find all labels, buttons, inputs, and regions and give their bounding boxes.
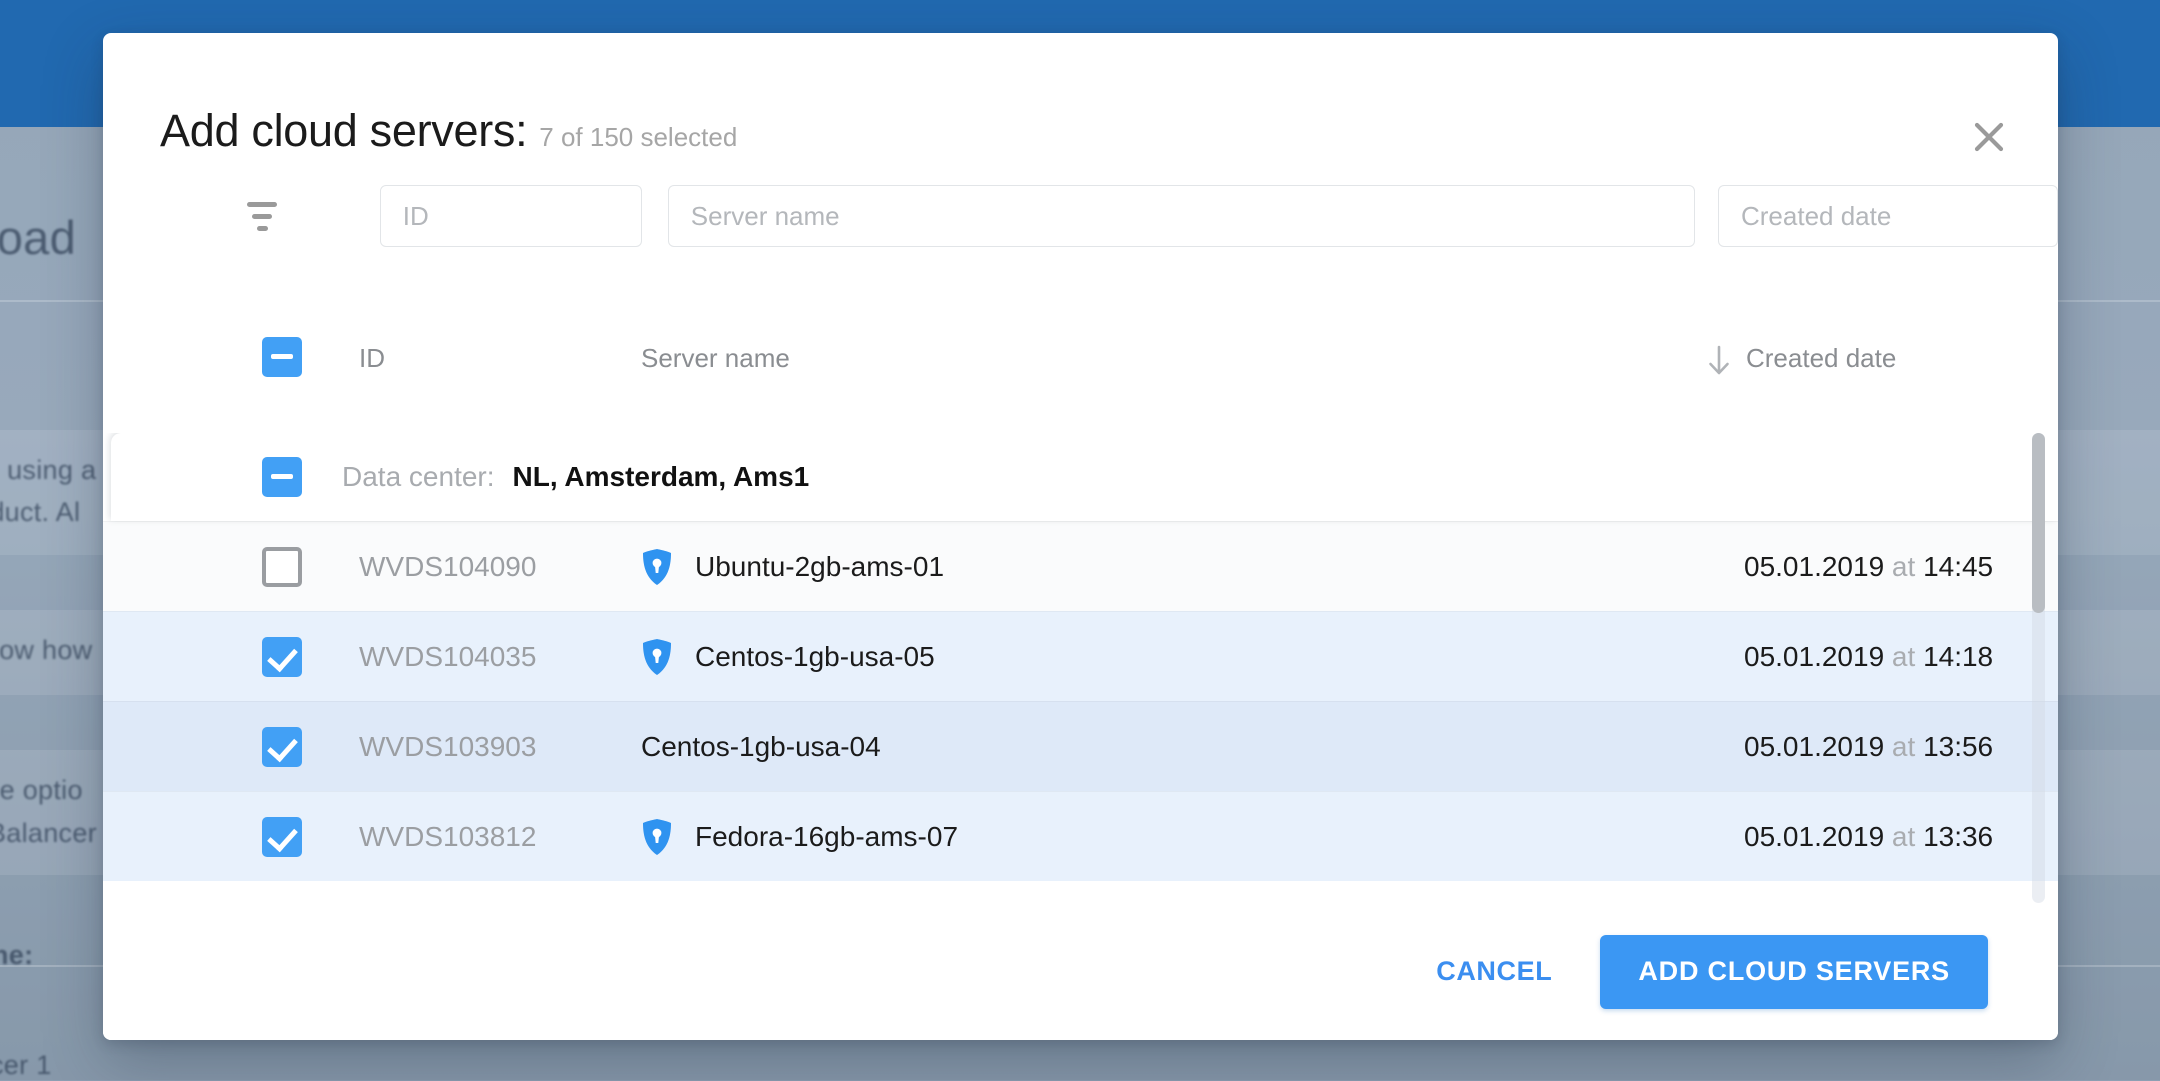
row-server-name: Ubuntu-2gb-ams-01 <box>695 551 944 583</box>
checkbox-box <box>262 547 302 587</box>
row-time-value: 13:36 <box>1923 821 1993 852</box>
table-rows: WVDS104090 Ubuntu-2gb-ams-01 05.01.2019 at… <box>103 521 2058 881</box>
close-icon[interactable] <box>1960 108 2018 166</box>
row-created-date: 05.01.2019 at 14:18 <box>1744 641 1993 673</box>
dialog-footer: CANCEL ADD CLOUD SERVERS <box>103 903 2058 1040</box>
checkbox-box <box>262 457 302 497</box>
row-date-at: at <box>1892 821 1915 852</box>
cancel-button[interactable]: CANCEL <box>1414 938 1574 1005</box>
background-text-fragment: ble optio <box>0 775 83 806</box>
row-select-checkbox[interactable] <box>262 637 302 677</box>
table-scrollbar[interactable] <box>2032 433 2045 903</box>
table-scroll-area: Data center: NL, Amsterdam, Ams1 WVDS104… <box>103 433 2058 903</box>
arrow-down-icon[interactable] <box>1701 339 1737 383</box>
background-text-fragment: cer 1 <box>0 1050 52 1081</box>
background-text-fragment: Balancer <box>0 818 97 849</box>
row-server-name: Fedora-16gb-ams-07 <box>695 821 958 853</box>
background-text-fragment: load <box>0 210 76 265</box>
checkbox-box <box>262 727 302 767</box>
checkbox-box <box>262 637 302 677</box>
row-date-at: at <box>1892 731 1915 762</box>
filter-icon[interactable] <box>243 195 282 237</box>
created-date-filter-input[interactable] <box>1718 185 2058 247</box>
select-all-checkbox[interactable] <box>262 337 302 377</box>
row-date-value: 05.01.2019 <box>1744 821 1884 852</box>
group-select-checkbox[interactable] <box>262 457 302 497</box>
column-header-created-date[interactable]: Created date <box>1746 343 1896 374</box>
row-date-value: 05.01.2019 <box>1744 731 1884 762</box>
dialog-title-wrap: Add cloud servers: 7 of 150 selected <box>160 105 737 157</box>
group-label: Data center: <box>342 461 495 493</box>
row-server-name: Centos-1gb-usa-05 <box>695 641 935 673</box>
table-row[interactable]: WVDS104090 Ubuntu-2gb-ams-01 05.01.2019 at… <box>103 521 2058 611</box>
add-cloud-servers-button[interactable]: ADD CLOUD SERVERS <box>1600 935 1988 1009</box>
row-time-value: 14:45 <box>1923 551 1993 582</box>
table-row[interactable]: WVDS104035 Centos-1gb-usa-05 05.01.2019 at… <box>103 611 2058 701</box>
table-scrollbar-thumb[interactable] <box>2032 433 2045 613</box>
row-id: WVDS103812 <box>359 821 536 853</box>
page-title: Add cloud servers: <box>160 105 527 157</box>
dialog-header: Add cloud servers: 7 of 150 selected <box>103 33 2058 168</box>
row-select-checkbox[interactable] <box>262 727 302 767</box>
background-text-fragment: e using a <box>0 455 96 486</box>
server-table: Data center: NL, Amsterdam, Ams1 WVDS104… <box>103 433 2058 903</box>
row-created-date: 05.01.2019 at 13:56 <box>1744 731 1993 763</box>
row-server-name: Centos-1gb-usa-04 <box>641 731 881 763</box>
background-text-fragment: ne: <box>0 940 33 971</box>
table-column-header: ID Server name Created date <box>103 323 2058 403</box>
checkbox-box <box>262 817 302 857</box>
row-id: WVDS103903 <box>359 731 536 763</box>
row-date-value: 05.01.2019 <box>1744 641 1884 672</box>
row-id: WVDS104035 <box>359 641 536 673</box>
table-row[interactable]: WVDS103903 Centos-1gb-usa-04 05.01.2019 at… <box>103 701 2058 791</box>
group-value: NL, Amsterdam, Ams1 <box>513 461 810 493</box>
shield-icon <box>641 818 675 856</box>
row-time-value: 14:18 <box>1923 641 1993 672</box>
checkbox-box <box>262 337 302 377</box>
row-created-date: 05.01.2019 at 13:36 <box>1744 821 1993 853</box>
row-select-checkbox[interactable] <box>262 817 302 857</box>
background-text-fragment: know how <box>0 635 92 666</box>
add-cloud-servers-dialog: Add cloud servers: 7 of 150 selected ID … <box>103 33 2058 1040</box>
column-header-name: Server name <box>641 343 790 374</box>
shield-icon <box>641 638 675 676</box>
row-time-value: 13:56 <box>1923 731 1993 762</box>
selection-count: 7 of 150 selected <box>539 122 737 153</box>
data-center-group-row[interactable]: Data center: NL, Amsterdam, Ams1 <box>111 433 2058 521</box>
background-text-fragment: oduct. Al <box>0 497 80 528</box>
server-name-filter-input[interactable] <box>668 185 1695 247</box>
column-header-id: ID <box>359 343 385 374</box>
row-date-at: at <box>1892 641 1915 672</box>
row-date-value: 05.01.2019 <box>1744 551 1884 582</box>
row-select-checkbox[interactable] <box>262 547 302 587</box>
row-date-at: at <box>1892 551 1915 582</box>
row-id: WVDS104090 <box>359 551 536 583</box>
filter-row <box>103 170 2058 262</box>
table-row[interactable]: WVDS103812 Fedora-16gb-ams-07 05.01.2019 a… <box>103 791 2058 881</box>
shield-icon <box>641 548 675 586</box>
row-created-date: 05.01.2019 at 14:45 <box>1744 551 1993 583</box>
id-filter-input[interactable] <box>380 185 642 247</box>
